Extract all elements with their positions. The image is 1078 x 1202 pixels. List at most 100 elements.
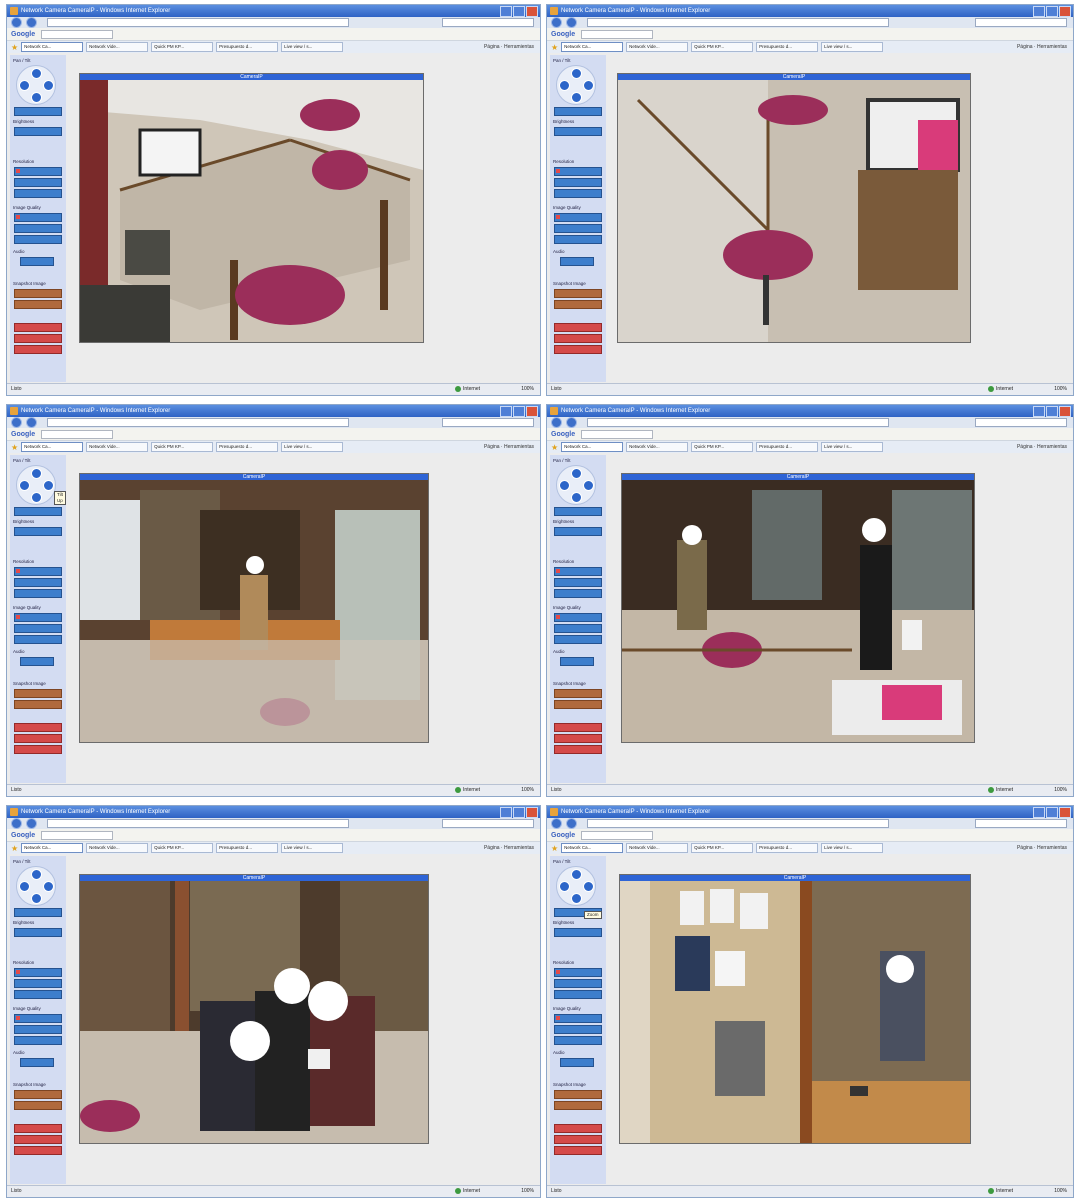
go-right-button[interactable]: [14, 334, 62, 343]
resolution-160-button[interactable]: [14, 589, 62, 598]
arrow-down-icon[interactable]: [571, 92, 582, 103]
quality-clarity-button[interactable]: [554, 213, 602, 222]
resolution-320-button[interactable]: [554, 178, 602, 187]
audio-toggle[interactable]: [20, 1058, 54, 1067]
arrow-up-icon[interactable]: [571, 68, 582, 79]
google-search-field[interactable]: [581, 29, 654, 39]
resolution-640-button[interactable]: [554, 968, 602, 977]
page-tools-menu[interactable]: Página · Herramientas: [484, 44, 534, 50]
tab[interactable]: Presupuesto d...: [756, 442, 819, 452]
quality-clarity-button[interactable]: [554, 1014, 602, 1023]
pan-tilt-pad[interactable]: [556, 465, 596, 505]
arrow-down-icon[interactable]: [571, 492, 582, 503]
tab[interactable]: Quick PM KP...: [151, 843, 214, 853]
arrow-left-icon[interactable]: [559, 881, 570, 892]
pan-tilt-pad[interactable]: [16, 65, 56, 105]
arrow-right-icon[interactable]: [43, 480, 54, 491]
go-right-button[interactable]: [14, 734, 62, 743]
tab[interactable]: Live view / s...: [821, 42, 884, 52]
close-button[interactable]: [1059, 807, 1071, 818]
home-camera-button[interactable]: [14, 723, 62, 732]
url-field[interactable]: [47, 18, 349, 27]
zoom-level[interactable]: 100%: [521, 1186, 534, 1197]
exit-button[interactable]: [14, 345, 62, 354]
arrow-up-icon[interactable]: [571, 869, 582, 880]
maximize-button[interactable]: [1046, 807, 1058, 818]
zoom-level[interactable]: 100%: [1054, 384, 1067, 395]
tab[interactable]: Network Vide...: [86, 42, 149, 52]
arrow-up-icon[interactable]: [571, 468, 582, 479]
exit-button[interactable]: [14, 1146, 62, 1155]
quality-clarity-button[interactable]: [14, 213, 62, 222]
tab[interactable]: Presupuesto d...: [216, 843, 279, 853]
refresh-button[interactable]: [554, 300, 602, 309]
back-button[interactable]: [551, 17, 562, 28]
go-right-button[interactable]: [554, 1135, 602, 1144]
tab[interactable]: Network Vide...: [86, 843, 149, 853]
url-field[interactable]: [587, 418, 889, 427]
quality-standard-button[interactable]: [14, 224, 62, 233]
refresh-button[interactable]: [14, 300, 62, 309]
quality-clarity-button[interactable]: [14, 613, 62, 622]
resolution-640-button[interactable]: [14, 167, 62, 176]
google-search-field[interactable]: [581, 429, 654, 439]
favorites-star-icon[interactable]: ★: [551, 43, 558, 52]
quality-motion-button[interactable]: [554, 635, 602, 644]
close-button[interactable]: [526, 807, 538, 818]
refresh-button[interactable]: [554, 1101, 602, 1110]
search-field[interactable]: [442, 418, 534, 427]
favorites-star-icon[interactable]: ★: [551, 443, 558, 452]
audio-toggle[interactable]: [560, 257, 594, 266]
forward-button[interactable]: [26, 17, 37, 28]
arrow-down-icon[interactable]: [31, 92, 42, 103]
tab[interactable]: Presupuesto d...: [216, 442, 279, 452]
tab[interactable]: Presupuesto d...: [756, 42, 819, 52]
arrow-up-icon[interactable]: [31, 869, 42, 880]
tab[interactable]: Network Ca...: [21, 843, 84, 853]
url-field[interactable]: [47, 819, 349, 828]
tab[interactable]: Quick PM KP...: [151, 42, 214, 52]
resolution-160-button[interactable]: [14, 990, 62, 999]
tab[interactable]: Live view / s...: [281, 843, 344, 853]
audio-toggle[interactable]: [560, 657, 594, 666]
pan-scan-button[interactable]: [554, 507, 602, 516]
favorites-star-icon[interactable]: ★: [551, 844, 558, 853]
forward-button[interactable]: [26, 818, 37, 829]
audio-toggle[interactable]: [20, 257, 54, 266]
refresh-button[interactable]: [14, 1101, 62, 1110]
google-search-field[interactable]: [41, 830, 114, 840]
tab[interactable]: Network Vide...: [86, 442, 149, 452]
forward-button[interactable]: [26, 417, 37, 428]
save-picture-button[interactable]: [14, 289, 62, 298]
tab[interactable]: Quick PM KP...: [151, 442, 214, 452]
tab[interactable]: Network Vide...: [626, 42, 689, 52]
arrow-right-icon[interactable]: [583, 881, 594, 892]
google-search-field[interactable]: [581, 830, 654, 840]
tab[interactable]: Network Ca...: [561, 843, 624, 853]
quality-clarity-button[interactable]: [14, 1014, 62, 1023]
brightness-control[interactable]: [14, 127, 62, 136]
back-button[interactable]: [551, 417, 562, 428]
back-button[interactable]: [11, 17, 22, 28]
favorites-star-icon[interactable]: ★: [11, 844, 18, 853]
arrow-right-icon[interactable]: [43, 80, 54, 91]
resolution-160-button[interactable]: [14, 189, 62, 198]
close-button[interactable]: [1059, 406, 1071, 417]
quality-motion-button[interactable]: [14, 1036, 62, 1045]
tab[interactable]: Quick PM KP...: [691, 42, 754, 52]
arrow-right-icon[interactable]: [43, 881, 54, 892]
go-right-button[interactable]: [554, 734, 602, 743]
home-camera-button[interactable]: [14, 323, 62, 332]
resolution-160-button[interactable]: [554, 189, 602, 198]
back-button[interactable]: [551, 818, 562, 829]
pan-tilt-pad[interactable]: [16, 866, 56, 906]
exit-button[interactable]: [554, 345, 602, 354]
quality-motion-button[interactable]: [14, 235, 62, 244]
home-camera-button[interactable]: [14, 1124, 62, 1133]
minimize-button[interactable]: [500, 406, 512, 417]
resolution-640-button[interactable]: [14, 567, 62, 576]
save-picture-button[interactable]: [14, 689, 62, 698]
resolution-160-button[interactable]: [554, 589, 602, 598]
maximize-button[interactable]: [513, 406, 525, 417]
resolution-320-button[interactable]: [14, 578, 62, 587]
